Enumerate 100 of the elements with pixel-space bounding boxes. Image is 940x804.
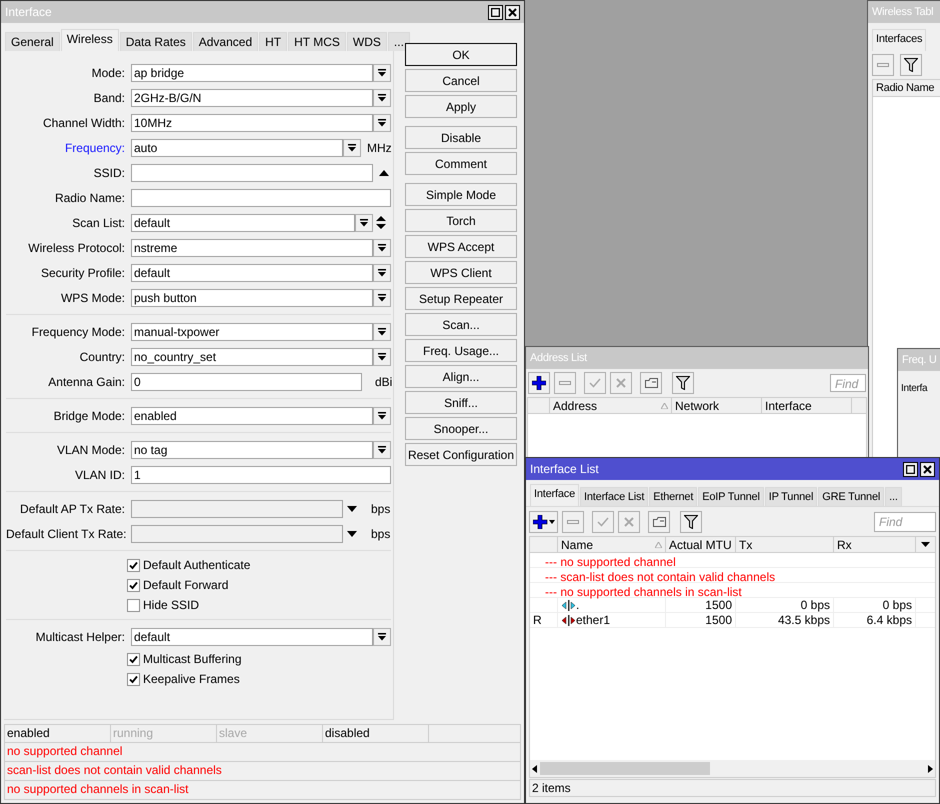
input-field[interactable]: default (131, 264, 373, 282)
dropdown-button[interactable] (373, 114, 391, 132)
input-field[interactable]: ap bridge (131, 64, 373, 82)
input-field[interactable]: nstreme (131, 238, 373, 256)
input-field[interactable]: auto (131, 138, 343, 156)
input-field[interactable] (131, 500, 343, 518)
input-field[interactable] (131, 188, 391, 206)
checkbox[interactable] (127, 598, 140, 612)
dialog-button[interactable]: Cancel (405, 69, 517, 92)
filter-button[interactable] (680, 510, 702, 532)
dropdown-arrow-icon[interactable] (347, 530, 357, 536)
close-button[interactable] (505, 4, 520, 20)
dropdown-button[interactable] (373, 628, 391, 646)
tab[interactable]: Interface List (580, 487, 648, 506)
dialog-button[interactable]: Simple Mode (405, 183, 517, 206)
column-header[interactable]: Tx (736, 537, 834, 552)
dropdown-button[interactable] (373, 348, 391, 366)
dialog-button[interactable]: Reset Configuration (405, 443, 517, 466)
input-field[interactable]: no tag (131, 440, 373, 458)
input-field[interactable]: 1 (131, 466, 391, 484)
dropdown-button[interactable] (343, 138, 361, 156)
dialog-button[interactable]: WPS Accept (405, 235, 517, 258)
dialog-button[interactable]: Apply (405, 95, 517, 118)
dropdown-button[interactable] (355, 214, 373, 232)
input-field[interactable] (131, 164, 373, 182)
checkbox[interactable] (127, 558, 140, 572)
tab[interactable]: Advanced (192, 32, 258, 51)
column-header[interactable]: Actual MTU (666, 537, 736, 552)
input-field[interactable]: default (131, 628, 373, 646)
tab[interactable]: ... (885, 487, 902, 506)
tab[interactable]: Wireless (60, 29, 119, 51)
dialog-button[interactable]: Setup Repeater (405, 287, 517, 310)
dropdown-button[interactable] (373, 440, 391, 458)
input-field[interactable]: 0 (131, 372, 362, 390)
tab[interactable]: HT (259, 32, 288, 51)
checkbox[interactable] (127, 652, 140, 666)
up-down-arrows-icon[interactable] (376, 216, 386, 229)
comment-row[interactable]: --- scan-list does not contain valid channels (545, 570, 776, 584)
column-header[interactable]: Address (550, 398, 672, 413)
checkbox[interactable] (127, 672, 140, 686)
dropdown-button[interactable] (373, 238, 391, 256)
dropdown-button[interactable] (373, 64, 391, 82)
input-field[interactable]: 10MHz (131, 114, 373, 132)
tab[interactable]: Interfaces (872, 29, 926, 51)
dialog-button[interactable]: Comment (405, 152, 517, 175)
comment-row[interactable]: --- no supported channels in scan-list (545, 585, 742, 599)
input-field[interactable] (131, 524, 343, 542)
tab[interactable]: WDS (346, 32, 387, 51)
input-field[interactable]: manual-txpower (131, 322, 373, 340)
dialog-button[interactable]: Freq. Usage... (405, 339, 517, 362)
column-header[interactable]: Rx (834, 537, 916, 552)
tab[interactable]: ... (388, 32, 410, 51)
add-button[interactable] (528, 372, 550, 394)
close-button[interactable] (920, 462, 935, 476)
tab[interactable]: EoIP Tunnel (698, 487, 764, 506)
dropdown-arrow-icon[interactable] (347, 506, 357, 512)
tab[interactable]: GRE Tunnel (818, 487, 884, 506)
tab[interactable]: Ethernet (649, 487, 698, 506)
dialog-button[interactable]: Scan... (405, 313, 517, 336)
collapse-arrow-icon[interactable] (379, 170, 389, 176)
maximize-button[interactable] (903, 462, 918, 476)
comment-button[interactable] (648, 510, 670, 532)
tab[interactable]: HT MCS (288, 32, 346, 51)
status-message: no supported channels in scan-list (7, 782, 188, 796)
dialog-button[interactable]: Disable (405, 126, 517, 149)
dropdown-button[interactable] (373, 406, 391, 424)
dropdown-button[interactable] (373, 322, 391, 340)
input-field[interactable]: enabled (131, 406, 373, 424)
comment-row[interactable]: --- no supported channel (545, 555, 676, 569)
filter-button[interactable] (900, 54, 922, 76)
dialog-button[interactable]: WPS Client (405, 261, 517, 284)
add-button[interactable] (529, 510, 558, 532)
dialog-button[interactable]: OK (405, 43, 517, 66)
column-header[interactable]: Interface (762, 398, 852, 413)
column-header[interactable]: Name (558, 537, 666, 552)
input-field[interactable]: push button (131, 288, 373, 306)
dropdown-button[interactable] (373, 264, 391, 282)
dialog-button[interactable]: Torch (405, 209, 517, 232)
tab[interactable]: General (5, 32, 60, 51)
comment-button[interactable] (640, 372, 662, 394)
maximize-button[interactable] (488, 4, 503, 20)
dialog-button[interactable]: Snooper... (405, 417, 517, 440)
scroll-left-icon[interactable] (532, 764, 537, 772)
tab[interactable]: Data Rates (120, 32, 192, 51)
dialog-button[interactable]: Align... (405, 365, 517, 388)
input-field[interactable]: default (131, 214, 355, 232)
scroll-right-icon[interactable] (928, 764, 933, 772)
column-header[interactable]: Radio Name (873, 80, 940, 97)
field-label: VLAN ID: (74, 466, 125, 484)
column-header[interactable]: Network (672, 398, 762, 413)
checkbox[interactable] (127, 578, 140, 592)
dropdown-button[interactable] (373, 88, 391, 106)
input-field[interactable]: no_country_set (131, 348, 373, 366)
dialog-button[interactable]: Sniff... (405, 391, 517, 414)
filter-button[interactable] (672, 372, 694, 394)
tab[interactable]: Interface (530, 484, 580, 506)
dropdown-button[interactable] (373, 288, 391, 306)
horizontal-scrollbar[interactable] (530, 760, 935, 777)
tab[interactable]: IP Tunnel (764, 487, 818, 506)
input-field[interactable]: 2GHz-B/G/N (131, 88, 373, 106)
